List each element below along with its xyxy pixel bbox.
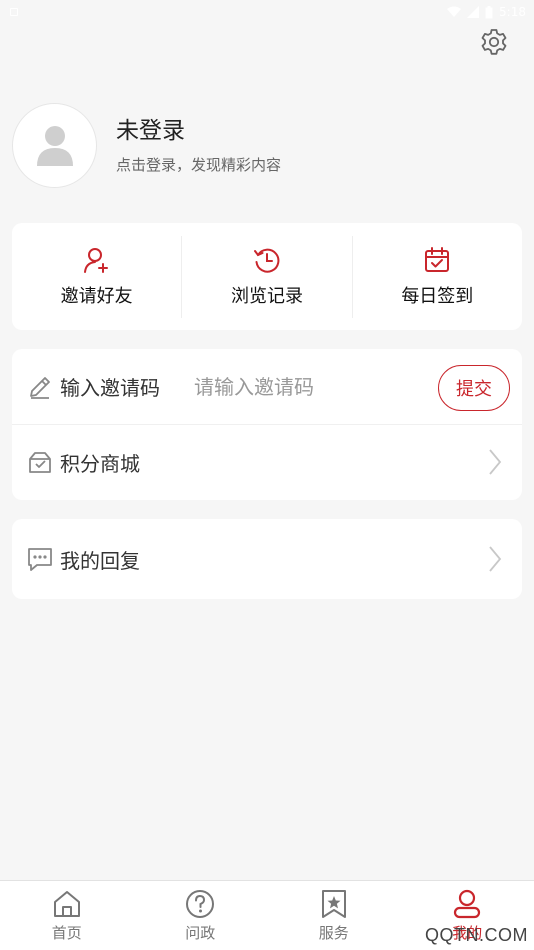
bottom-tab-bar: 首页 问政 服务 我的 QQTN.COM bbox=[0, 880, 534, 950]
question-icon bbox=[186, 890, 215, 918]
daily-checkin-button[interactable]: 每日签到 bbox=[351, 235, 522, 318]
tab-services[interactable]: 服务 bbox=[267, 881, 401, 950]
bookmark-star-icon bbox=[321, 890, 346, 918]
home-icon bbox=[53, 891, 80, 917]
invite-friends-button[interactable]: 邀请好友 bbox=[12, 236, 181, 318]
submit-button[interactable]: 提交 bbox=[438, 365, 510, 411]
avatar[interactable] bbox=[12, 102, 97, 188]
battery-icon bbox=[485, 5, 493, 18]
tab-home[interactable]: 首页 bbox=[0, 881, 134, 950]
invite-code-label: 输入邀请码 bbox=[60, 376, 160, 400]
tab-wenzheng[interactable]: 问政 bbox=[134, 881, 268, 950]
browse-history-button[interactable]: 浏览记录 bbox=[181, 235, 351, 318]
tab-wenzheng-label: 问政 bbox=[185, 924, 216, 942]
my-replies-label: 我的回复 bbox=[60, 548, 140, 573]
points-mall-label: 积分商城 bbox=[60, 451, 140, 476]
replies-card: 我的回复 bbox=[12, 519, 522, 599]
calendar-check-icon bbox=[425, 246, 450, 272]
status-indicators: 5:18 bbox=[447, 5, 526, 19]
wifi-icon bbox=[447, 6, 462, 17]
profile-header[interactable]: 未登录 点击登录，发现精彩内容 bbox=[12, 102, 512, 188]
points-mall-row[interactable]: 积分商城 bbox=[12, 424, 522, 499]
gift-box-icon bbox=[26, 448, 54, 476]
default-avatar-icon bbox=[36, 126, 73, 166]
signal-icon bbox=[467, 6, 480, 18]
notification-icon bbox=[10, 8, 18, 16]
tab-home-label: 首页 bbox=[51, 924, 82, 942]
user-icon bbox=[454, 889, 481, 919]
invite-code-row: 输入邀请码 提交 bbox=[12, 349, 522, 424]
gear-icon bbox=[481, 29, 507, 55]
invite-friends-label: 邀请好友 bbox=[60, 285, 133, 307]
daily-checkin-label: 每日签到 bbox=[401, 285, 474, 307]
settings-button[interactable] bbox=[478, 26, 510, 58]
menu-card: 输入邀请码 提交 积分商城 bbox=[12, 349, 522, 500]
login-prompt: 点击登录，发现精彩内容 bbox=[116, 155, 282, 174]
browse-history-label: 浏览记录 bbox=[230, 285, 303, 307]
tab-services-label: 服务 bbox=[318, 924, 349, 942]
quick-actions-card: 邀请好友 浏览记录 每日签到 bbox=[12, 223, 522, 330]
login-status: 未登录 bbox=[116, 117, 185, 144]
invite-code-input[interactable] bbox=[194, 374, 404, 399]
my-replies-row[interactable]: 我的回复 bbox=[12, 519, 522, 599]
history-icon bbox=[253, 248, 280, 273]
profile-text: 未登录 点击登录，发现精彩内容 bbox=[116, 116, 281, 175]
chevron-right-icon bbox=[489, 449, 502, 475]
watermark: QQTN.COM bbox=[425, 925, 528, 945]
chevron-right-icon bbox=[489, 546, 502, 572]
chat-bubble-icon bbox=[26, 545, 54, 573]
status-bar: 5:18 bbox=[0, 0, 534, 24]
status-time: 5:18 bbox=[499, 5, 526, 19]
pencil-icon bbox=[26, 373, 54, 401]
add-user-icon bbox=[83, 247, 108, 273]
